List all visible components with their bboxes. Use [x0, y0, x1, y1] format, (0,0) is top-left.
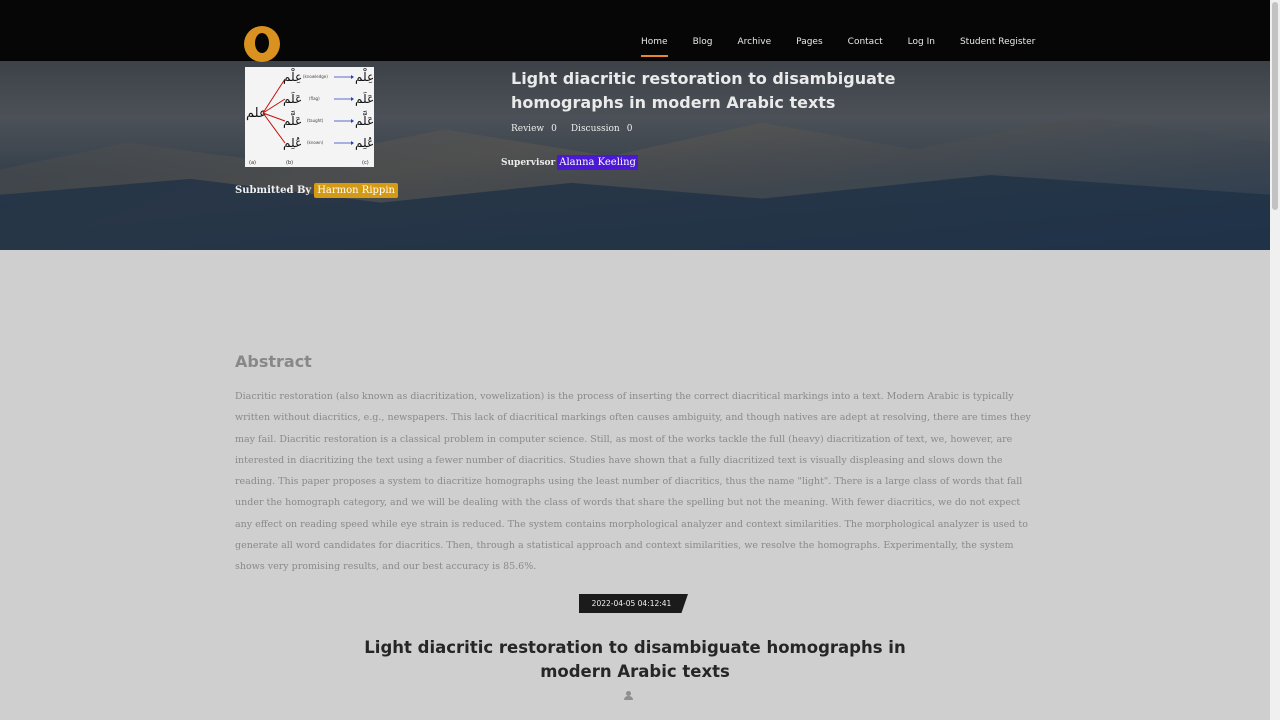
thumb-result-4: عُلِم [355, 136, 374, 150]
thumb-gloss-2: (flag) [309, 96, 320, 101]
post-date-badge: 2022-04-05 04:12:41 [579, 594, 688, 613]
hero-title: Light diacritic restoration to disambigu… [511, 69, 896, 112]
nav-contact[interactable]: Contact [848, 37, 883, 47]
supervisor: Supervisor Alanna Keeling [501, 155, 638, 170]
supervisor-badge[interactable]: Alanna Keeling [557, 155, 638, 170]
thumb-result-1: عِلْم [355, 67, 374, 84]
thumb-gloss-1: (knowledge) [303, 74, 328, 79]
thumb-caption-b: (b) [286, 160, 293, 166]
nav-blog[interactable]: Blog [693, 37, 713, 47]
review-label: Review [511, 124, 545, 134]
supervisor-label: Supervisor [501, 157, 556, 168]
thumb-word-1: عِلْم [283, 67, 302, 84]
page-scrollbar[interactable] [1270, 0, 1280, 720]
abstract-heading: Abstract [235, 352, 312, 371]
discussion-count: 0 [626, 124, 633, 134]
review-stats: Review 0 Discussion 0 [511, 124, 646, 134]
post-title[interactable]: Light diacritic restoration to disambigu… [330, 636, 940, 684]
nav-pages[interactable]: Pages [796, 37, 822, 47]
user-icon [624, 691, 633, 701]
logo-icon[interactable] [244, 26, 280, 62]
review-count: 0 [551, 124, 557, 134]
thumb-caption-a: (a) [249, 160, 256, 166]
scrollbar-thumb[interactable] [1272, 2, 1278, 210]
thumb-word-2: عَلَم [283, 91, 302, 106]
thumb-result-2: عَلَم [355, 91, 374, 106]
project-thumbnail[interactable]: علم عِلْم عَلَم عَلَّم عُلِم (knowledge)… [245, 67, 374, 167]
thumb-word-3: عَلَّم [283, 109, 302, 128]
submitted-by: Submitted By Harmon Rippin [235, 183, 398, 198]
nav-student-register[interactable]: Student Register [960, 37, 1035, 47]
discussion-label: Discussion [570, 124, 620, 134]
nav-archive[interactable]: Archive [737, 37, 771, 47]
thumb-gloss-4: (known) [307, 140, 324, 145]
main-nav: Home Blog Archive Pages Contact Log In S… [641, 37, 1060, 57]
thumb-result-3: عَلَّم [355, 109, 374, 128]
submitted-label: Submitted By [235, 185, 312, 196]
top-navbar: Home Blog Archive Pages Contact Log In S… [0, 0, 1270, 62]
thumb-word-4: عُلِم [283, 136, 302, 150]
nav-login[interactable]: Log In [908, 37, 935, 47]
thumb-gloss-3: (taught) [307, 118, 324, 123]
abstract-text: Diacritic restoration (also known as dia… [235, 391, 1031, 573]
nav-home[interactable]: Home [641, 37, 668, 57]
submitter-badge[interactable]: Harmon Rippin [314, 183, 398, 198]
thumb-caption-c: (c) [362, 160, 369, 166]
